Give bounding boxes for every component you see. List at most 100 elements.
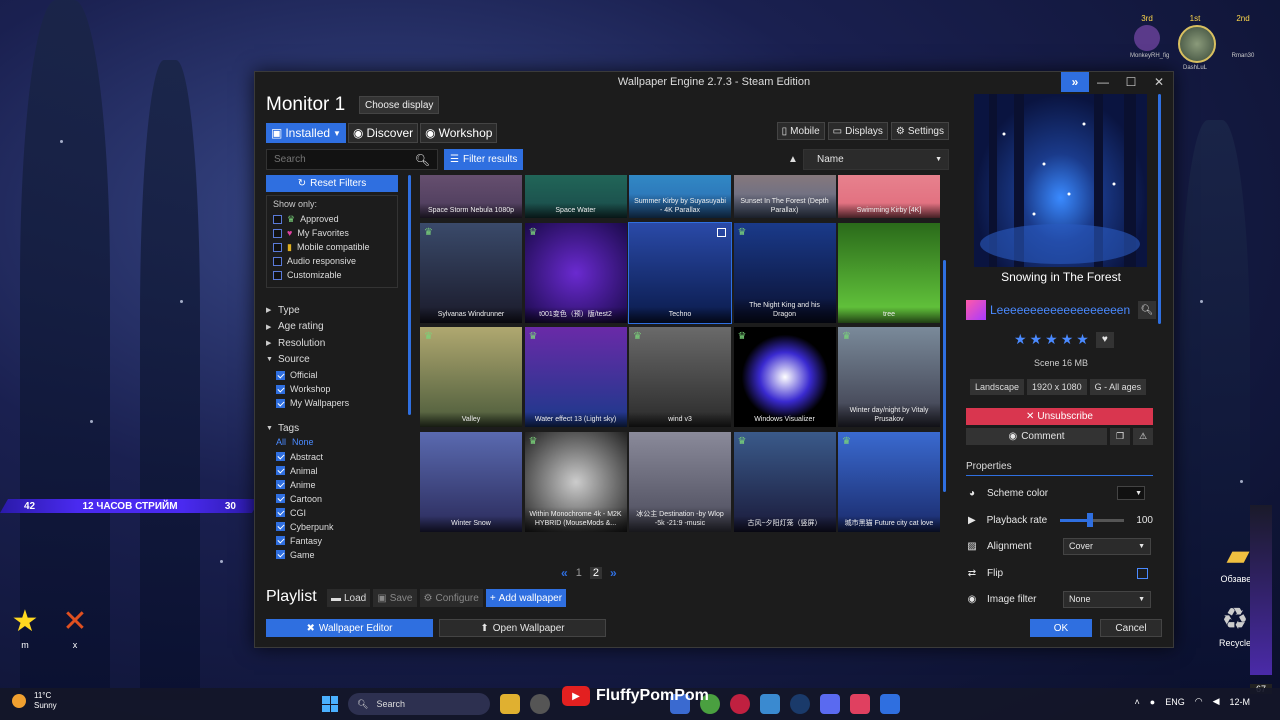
wallpaper-tile[interactable]: Swimming Kirby [4K] bbox=[838, 175, 940, 218]
checkbox[interactable] bbox=[276, 508, 285, 517]
taskbar-search[interactable]: 🔍︎ Search bbox=[348, 693, 490, 715]
unsubscribe-button[interactable]: ✕ Unsubscribe bbox=[966, 408, 1153, 425]
tag-abstract[interactable]: Abstract bbox=[276, 450, 406, 464]
app-icon[interactable] bbox=[850, 694, 870, 714]
slider-handle[interactable] bbox=[1087, 512, 1094, 527]
tag-cyberpunk[interactable]: Cyberpunk bbox=[276, 520, 406, 534]
title-bar[interactable]: Wallpaper Engine 2.7.3 - Steam Edition »… bbox=[255, 72, 1173, 92]
tag-anime[interactable]: Anime bbox=[276, 478, 406, 492]
tag-animal[interactable]: Animal bbox=[276, 464, 406, 478]
author-name-link[interactable]: Leeeeeeeeeeeeeeeeeeen bbox=[990, 303, 1134, 317]
wallpaper-tile[interactable]: Space Storm Nebula 1080p bbox=[420, 175, 522, 218]
wallpaper-tile[interactable]: Space Water bbox=[524, 175, 627, 218]
filter-customizable[interactable]: Customizable bbox=[273, 268, 391, 282]
wallpaper-tile[interactable]: Winter Snow bbox=[420, 431, 522, 532]
wallpaper-tile[interactable]: ♛ The Night King and his Dragon bbox=[733, 222, 836, 323]
checkbox[interactable] bbox=[273, 214, 282, 224]
steam-icon[interactable] bbox=[790, 694, 810, 714]
checkbox[interactable] bbox=[276, 494, 285, 503]
tag-game[interactable]: Game bbox=[276, 548, 406, 562]
checkbox[interactable] bbox=[276, 370, 285, 380]
first-page-button[interactable]: « bbox=[561, 566, 568, 580]
tab-workshop[interactable]: ◉ Workshop bbox=[420, 123, 498, 143]
checkbox[interactable] bbox=[276, 536, 285, 545]
clock[interactable]: 12-M bbox=[1229, 697, 1250, 707]
tag-fantasy[interactable]: Fantasy bbox=[276, 534, 406, 548]
filter-results-button[interactable]: ☰ Filter results bbox=[444, 149, 524, 170]
save-playlist-button[interactable]: ▣ Save bbox=[373, 589, 417, 607]
app-icon[interactable] bbox=[530, 694, 550, 714]
checkbox[interactable] bbox=[276, 550, 285, 559]
minimize-button[interactable]: — bbox=[1089, 72, 1117, 92]
warning-icon[interactable]: ⚠ bbox=[1133, 428, 1153, 445]
tab-installed[interactable]: ▣ Installed ▼ bbox=[266, 123, 346, 143]
wallpaper-tile[interactable]: tree bbox=[838, 222, 940, 323]
reset-filters-button[interactable]: ↻ Reset Filters bbox=[266, 175, 398, 192]
filter-mobile[interactable]: ▮ Mobile compatible bbox=[273, 240, 391, 254]
section-resolution[interactable]: ▶ Resolution bbox=[266, 335, 406, 352]
search-icon[interactable]: 🔍︎ bbox=[415, 153, 430, 167]
checkbox[interactable] bbox=[276, 452, 285, 461]
settings-button[interactable]: ⚙ Settings bbox=[890, 122, 949, 140]
checkbox[interactable] bbox=[273, 256, 282, 266]
displays-button[interactable]: ▭ Displays bbox=[827, 122, 888, 140]
copy-icon[interactable]: ❐ bbox=[1110, 428, 1130, 445]
wallpaper-tile[interactable]: ♛ 城市黑猫 Future city cat love bbox=[838, 431, 940, 532]
configure-playlist-button[interactable]: ⚙ Configure bbox=[419, 589, 483, 607]
wifi-icon[interactable]: ◠ bbox=[1195, 696, 1203, 707]
wallpaper-tile[interactable]: ♛ Windows Visualizer bbox=[733, 327, 836, 427]
wallpaper-tile[interactable]: ♛ Winter day/night by Vitaly Prusakov bbox=[838, 327, 940, 427]
wallpaper-tile[interactable]: 冰公主 Destination -by Wlop -5k -21:9 -musi… bbox=[629, 431, 731, 532]
checkbox[interactable] bbox=[276, 384, 285, 394]
flip-checkbox[interactable] bbox=[1137, 567, 1148, 579]
search-icon[interactable]: 🔍︎ bbox=[1138, 301, 1156, 319]
wallpaper-tile[interactable]: Sunset In The Forest (Depth Parallax) bbox=[733, 175, 836, 218]
wallpaper-tile[interactable]: ♛ 古风~夕阳灯笼（竖屏） bbox=[733, 431, 836, 532]
tag-cgi[interactable]: CGI bbox=[276, 506, 406, 520]
sidebar-scrollbar[interactable] bbox=[408, 175, 411, 415]
page-2-button[interactable]: 2 bbox=[589, 567, 602, 579]
wallpaper-tile[interactable]: ♛ wind v3 bbox=[629, 327, 731, 427]
detail-scrollbar[interactable] bbox=[1158, 94, 1161, 324]
ok-button[interactable]: OK bbox=[1030, 619, 1092, 637]
opera-icon[interactable] bbox=[730, 694, 750, 714]
expand-panel-button[interactable]: » bbox=[1061, 72, 1089, 92]
wallpaper-editor-button[interactable]: ✖ Wallpaper Editor bbox=[266, 619, 433, 637]
filter-audio[interactable]: Audio responsive bbox=[273, 254, 391, 268]
comment-button[interactable]: ◉ Comment bbox=[966, 428, 1107, 445]
checkbox[interactable] bbox=[276, 466, 285, 475]
wallpaper-tile[interactable]: ♛ Within Monochrome 4k - M2K HYBRID (Mous… bbox=[524, 431, 627, 532]
color-picker[interactable]: ▼ bbox=[1117, 486, 1145, 500]
source-my-wallpapers[interactable]: My Wallpapers bbox=[276, 396, 406, 410]
weather-widget[interactable]: 11°C Sunny bbox=[12, 691, 57, 710]
playback-slider[interactable] bbox=[1060, 512, 1125, 527]
checkbox[interactable] bbox=[273, 228, 282, 238]
wallpaper-tile[interactable]: ♛ Water effect 13 (Light sky) bbox=[524, 327, 627, 427]
tags-all-link[interactable]: All bbox=[276, 437, 286, 450]
desktop-icon-x[interactable]: ✕ x bbox=[50, 604, 100, 650]
maximize-button[interactable]: ☐ bbox=[1117, 72, 1145, 92]
section-source[interactable]: ▼ Source bbox=[266, 352, 406, 369]
file-explorer-icon[interactable] bbox=[500, 694, 520, 714]
wallpaper-tile[interactable]: ♛ Sylvanas Windrunner bbox=[420, 222, 522, 323]
search-input[interactable] bbox=[274, 154, 404, 165]
tag-cartoon[interactable]: Cartoon bbox=[276, 492, 406, 506]
desktop-icon-m[interactable]: ★ m bbox=[0, 604, 50, 650]
add-wallpaper-button[interactable]: + Add wallpaper bbox=[485, 589, 567, 607]
filter-approved[interactable]: ♛ Approved bbox=[273, 212, 391, 226]
start-button[interactable] bbox=[322, 696, 338, 712]
section-type[interactable]: ▶ Type bbox=[266, 302, 406, 319]
app-icon[interactable] bbox=[760, 694, 780, 714]
wallpaper-tile[interactable]: Techno bbox=[628, 221, 732, 324]
cancel-button[interactable]: Cancel bbox=[1100, 619, 1162, 637]
wallpaper-tile[interactable]: Summer Kirby by Suyasuyabi - 4K Parallax bbox=[629, 175, 731, 218]
choose-display-button[interactable]: Choose display bbox=[359, 96, 440, 114]
image-filter-select[interactable]: None ▼ bbox=[1063, 590, 1151, 608]
tags-none-link[interactable]: None bbox=[292, 437, 314, 450]
discord-icon[interactable] bbox=[820, 694, 840, 714]
checkbox[interactable] bbox=[276, 480, 285, 489]
favorite-heart-icon[interactable]: ♥ bbox=[1095, 331, 1114, 348]
filter-favorites[interactable]: ♥ My Favorites bbox=[273, 226, 391, 240]
language-indicator[interactable]: ENG bbox=[1165, 697, 1185, 707]
wallpaper-engine-icon[interactable] bbox=[880, 694, 900, 714]
